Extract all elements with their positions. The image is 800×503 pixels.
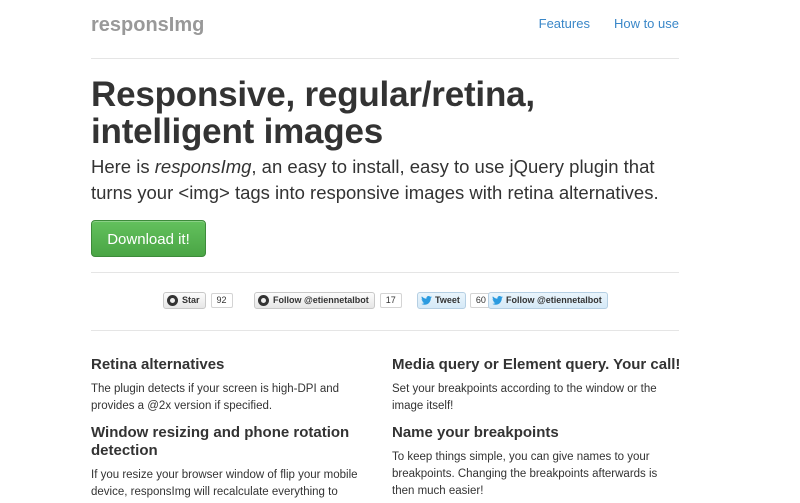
lead-plugin-name: responsImg — [154, 156, 252, 177]
feature-text: Set your breakpoints according to the wi… — [392, 383, 657, 412]
twitter-follow-label: Follow @etiennetalbot — [506, 295, 602, 305]
twitter-follow-button[interactable]: Follow @etiennetalbot — [488, 291, 608, 309]
twitter-bird-icon — [492, 295, 503, 305]
feature-text: The plugin detects if your screen is hig… — [91, 383, 340, 412]
tweet-widget: Tweet 60 — [417, 291, 492, 309]
github-icon — [258, 294, 269, 306]
feature-text: If you resize your browser window of fli… — [91, 469, 358, 498]
feature-breakpoints: Name your breakpoints To keep things sim… — [392, 424, 692, 500]
intro-lead: Here is responsImg, an easy to install, … — [91, 154, 691, 206]
github-follow-widget: Follow @etiennetalbot 17 — [254, 291, 402, 309]
github-follow-count[interactable]: 17 — [379, 292, 402, 308]
header-divider — [91, 58, 679, 59]
feature-text: To keep things simple, you can give name… — [392, 451, 658, 497]
github-follow-label: Follow @etiennetalbot — [273, 295, 369, 305]
twitter-bird-icon — [421, 295, 432, 305]
github-star-button[interactable]: Star — [163, 291, 206, 309]
feature-query: Media query or Element query. Your call!… — [392, 356, 692, 415]
github-follow-button[interactable]: Follow @etiennetalbot — [254, 291, 375, 309]
feature-title: Retina alternatives — [91, 356, 225, 373]
top-nav: Features How to use — [539, 16, 679, 31]
feature-retina: Retina alternatives The plugin detects i… — [91, 356, 361, 415]
social-divider — [91, 330, 679, 331]
feature-title: Media query or Element query. Your call! — [392, 356, 681, 373]
feature-title: Name your breakpoints — [392, 424, 559, 441]
header: responsImg Features How to use — [91, 0, 679, 58]
github-icon — [167, 294, 178, 306]
tweet-label: Tweet — [435, 295, 460, 305]
hero-divider — [91, 272, 679, 273]
twitter-follow-widget: Follow @etiennetalbot — [488, 291, 608, 309]
github-star-label: Star — [182, 295, 200, 305]
tweet-button[interactable]: Tweet — [417, 291, 466, 309]
github-star-count[interactable]: 92 — [210, 292, 233, 308]
github-star-widget: Star 92 — [163, 291, 233, 309]
feature-resize: Window resizing and phone rotation detec… — [91, 424, 361, 501]
lead-text-start: Here is — [91, 156, 155, 177]
nav-link-features[interactable]: Features — [539, 16, 590, 31]
nav-link-how-to-use[interactable]: How to use — [614, 16, 679, 31]
page-title: Responsive, regular/retina, intelligent … — [91, 75, 535, 151]
feature-title: Window resizing and phone rotation detec… — [91, 424, 350, 459]
page-container: responsImg Features How to use Responsiv… — [91, 0, 680, 498]
download-button[interactable]: Download it! — [91, 220, 206, 257]
brand-logo[interactable]: responsImg — [91, 14, 204, 37]
